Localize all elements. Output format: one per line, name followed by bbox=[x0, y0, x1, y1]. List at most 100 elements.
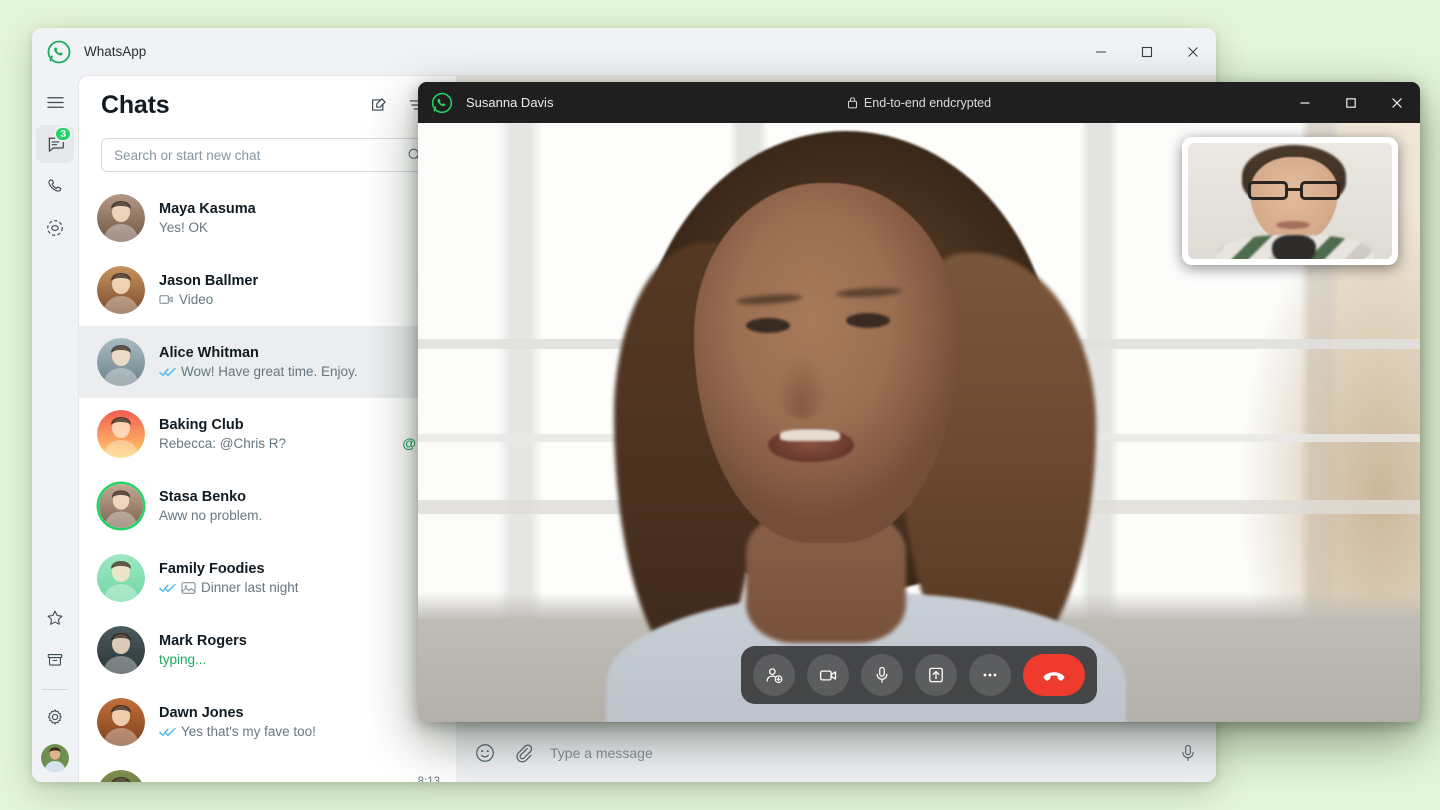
preview-text: Video bbox=[179, 292, 214, 307]
maximize-icon[interactable] bbox=[1328, 82, 1374, 123]
participant-teeth bbox=[780, 429, 840, 441]
encryption-notice: End-to-end endcrypted bbox=[418, 96, 1420, 110]
lock-icon bbox=[847, 96, 858, 109]
ellipsis-icon[interactable] bbox=[969, 654, 1011, 696]
close-icon[interactable] bbox=[1170, 28, 1216, 75]
preview-text: typing... bbox=[159, 652, 207, 667]
app-title: WhatsApp bbox=[84, 44, 147, 59]
chat-item-name: Dawn Jones bbox=[159, 705, 244, 721]
add-person-icon[interactable] bbox=[753, 654, 795, 696]
chat-list-item[interactable]: Family FoodiesDinner last night11:2 bbox=[79, 542, 456, 614]
chat-list-item[interactable]: Mark Rogerstyping...10:5 bbox=[79, 614, 456, 686]
chat-item-text: Baking Club Rebecca: @Chris R? bbox=[159, 417, 394, 451]
chats-unread-badge: 3 bbox=[54, 126, 72, 142]
preview-text: Yes that's my fave too! bbox=[181, 724, 316, 739]
navigation-rail: 3 bbox=[32, 75, 78, 782]
chats-header: Chats bbox=[79, 76, 456, 134]
chat-list-item[interactable]: Ziggy Woodley8:13 bbox=[79, 758, 456, 782]
chat-list-item[interactable]: Dawn JonesYes that's my fave too!8:3 bbox=[79, 686, 456, 758]
chat-item-name: Mark Rogers bbox=[159, 633, 247, 649]
minimize-icon[interactable] bbox=[1282, 82, 1328, 123]
paperclip-icon[interactable] bbox=[512, 742, 534, 764]
chat-item-preview: typing... bbox=[159, 652, 410, 667]
call-control-bar bbox=[741, 646, 1097, 704]
message-composer bbox=[456, 722, 1216, 782]
sidebar-item-calls[interactable] bbox=[36, 167, 74, 205]
self-mouth bbox=[1276, 221, 1310, 229]
preview-text: Aww no problem. bbox=[159, 508, 263, 523]
chat-item-name: Jason Ballmer bbox=[159, 273, 259, 289]
chat-item-name: Alice Whitman bbox=[159, 345, 259, 361]
chat-item-text: Alice Whitman Wow! Have great time. Enjoy… bbox=[159, 345, 410, 379]
participant-eye bbox=[746, 318, 790, 333]
chat-item-preview: Video bbox=[159, 292, 409, 307]
avatar bbox=[97, 554, 145, 602]
chat-list-item[interactable]: Jason BallmerVideo15:25 bbox=[79, 254, 456, 326]
participant-eye bbox=[846, 313, 890, 328]
chat-list-item[interactable]: Stasa BenkoAww no problem.13:52 bbox=[79, 470, 456, 542]
avatar bbox=[97, 266, 145, 314]
participant-face bbox=[694, 183, 959, 543]
chat-item-name: Family Foodies bbox=[159, 561, 265, 577]
close-icon[interactable] bbox=[1374, 82, 1420, 123]
chat-list-item[interactable]: Maya KasumaYes! OK14:5 bbox=[79, 182, 456, 254]
message-input[interactable] bbox=[550, 744, 1162, 761]
preview-text: Rebecca: @Chris R? bbox=[159, 436, 286, 451]
call-window-controls bbox=[1282, 82, 1420, 123]
chat-item-preview: Wow! Have great time. Enjoy. bbox=[159, 364, 410, 379]
sidebar-item-archived[interactable] bbox=[36, 641, 74, 679]
avatar bbox=[97, 410, 145, 458]
chat-item-timestamp: 8:13 bbox=[417, 776, 440, 782]
read-receipt-icon bbox=[159, 726, 176, 738]
preview-text: Wow! Have great time. Enjoy. bbox=[181, 364, 358, 379]
preview-text: Yes! OK bbox=[159, 220, 209, 235]
avatar bbox=[97, 698, 145, 746]
read-receipt-icon bbox=[159, 582, 176, 594]
self-view-video bbox=[1188, 143, 1392, 259]
avatar bbox=[97, 770, 145, 782]
self-collar bbox=[1272, 235, 1316, 259]
app-titlebar: WhatsApp bbox=[32, 28, 1216, 75]
profile-avatar[interactable] bbox=[41, 744, 69, 772]
sidebar-item-chats[interactable]: 3 bbox=[36, 125, 74, 163]
microphone-icon[interactable] bbox=[1178, 743, 1198, 763]
screen-share-icon[interactable] bbox=[915, 654, 957, 696]
sidebar-item-status[interactable] bbox=[36, 209, 74, 247]
whatsapp-logo-icon bbox=[430, 91, 454, 115]
chat-list-item[interactable]: Alice Whitman Wow! Have great time. Enjoy… bbox=[79, 326, 456, 398]
microphone-icon[interactable] bbox=[861, 654, 903, 696]
chat-item-preview: Rebecca: @Chris R? bbox=[159, 436, 394, 451]
chat-item-name: Baking Club bbox=[159, 417, 244, 433]
avatar bbox=[97, 194, 145, 242]
chat-list[interactable]: Maya KasumaYes! OK14:5 Jason Ballmer Vide… bbox=[79, 182, 456, 782]
glasses-icon bbox=[1246, 181, 1344, 201]
sidebar-item-starred[interactable] bbox=[36, 599, 74, 637]
menu-icon[interactable] bbox=[36, 83, 74, 121]
chat-item-text: Family Foodies Dinner last night bbox=[159, 561, 410, 595]
chat-item-text: Jason Ballmer Video bbox=[159, 273, 409, 307]
call-peer-name: Susanna Davis bbox=[466, 95, 554, 110]
sidebar-item-settings[interactable] bbox=[36, 698, 74, 736]
read-receipt-icon bbox=[159, 366, 176, 378]
search-input[interactable] bbox=[114, 147, 407, 163]
end-call-icon[interactable] bbox=[1023, 654, 1085, 696]
video-camera-icon[interactable] bbox=[807, 654, 849, 696]
call-titlebar: Susanna Davis End-to-end endcrypted bbox=[418, 82, 1420, 123]
avatar bbox=[97, 626, 145, 674]
emoji-icon[interactable] bbox=[474, 742, 496, 764]
self-view-pip[interactable] bbox=[1182, 137, 1398, 265]
chat-item-text: Stasa Benko Aww no problem. bbox=[159, 489, 409, 523]
maximize-icon[interactable] bbox=[1124, 28, 1170, 75]
compose-icon[interactable] bbox=[362, 88, 396, 122]
search-box[interactable] bbox=[101, 138, 434, 172]
chat-item-name: Stasa Benko bbox=[159, 489, 247, 505]
call-video-stage bbox=[418, 123, 1420, 722]
remote-participant bbox=[596, 123, 1156, 722]
avatar bbox=[97, 338, 145, 386]
mention-icon: @ bbox=[402, 435, 416, 451]
chat-list-item[interactable]: Baking ClubRebecca: @Chris R?14:4@1 bbox=[79, 398, 456, 470]
chat-item-preview: Yes that's my fave too! bbox=[159, 724, 416, 739]
photo-icon bbox=[181, 581, 196, 595]
minimize-icon[interactable] bbox=[1078, 28, 1124, 75]
chat-item-text: Dawn Jones Yes that's my fave too! bbox=[159, 705, 416, 739]
